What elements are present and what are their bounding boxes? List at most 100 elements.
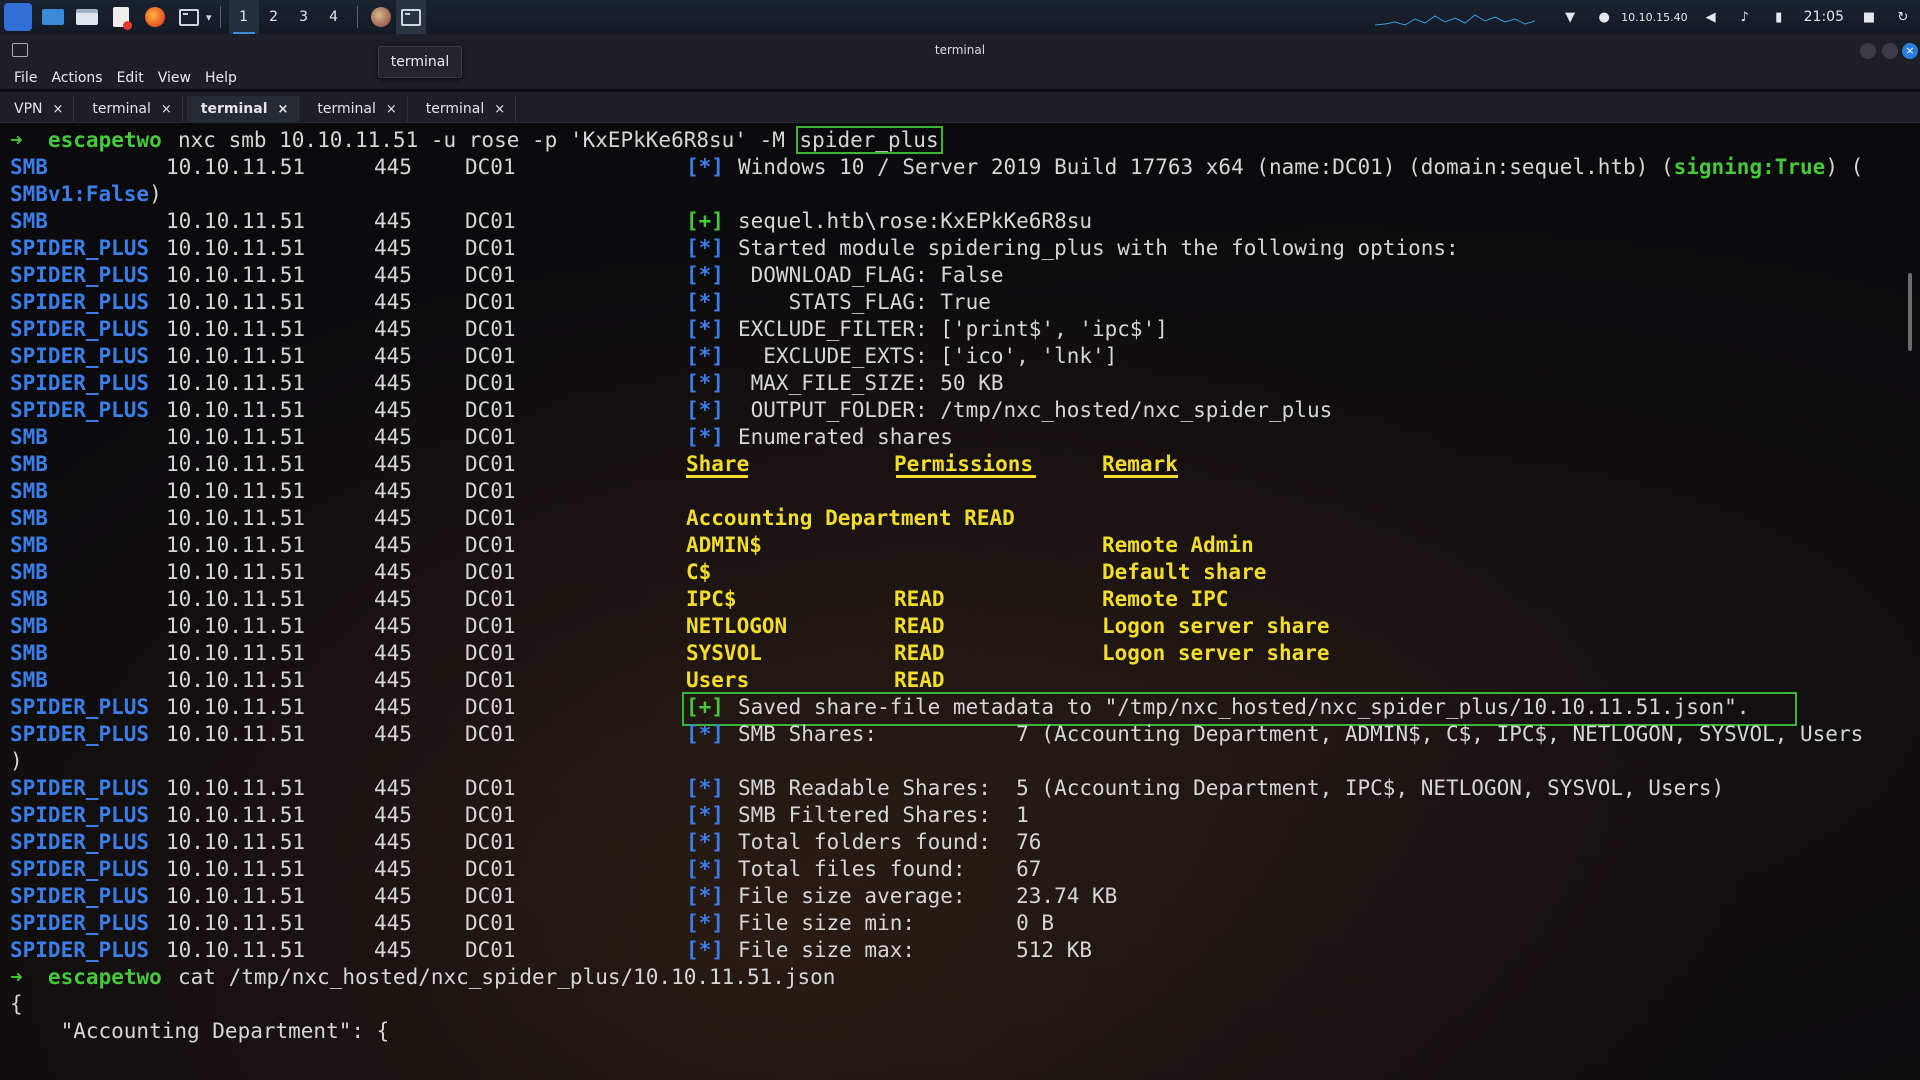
tab-terminal-3[interactable]: terminal ×	[303, 96, 408, 122]
share-name: Users	[686, 668, 750, 692]
kali-menu-icon[interactable]	[4, 3, 32, 31]
message: File size min: 0 B	[738, 911, 1055, 935]
minimize-button[interactable]	[1860, 43, 1876, 59]
target-ip: 10.10.11.51	[166, 722, 306, 746]
command-text: nxc smb 10.10.11.51 -u rose -p 'KxEPkKe6…	[178, 126, 943, 154]
menu-edit[interactable]: Edit	[117, 70, 144, 86]
menu-actions[interactable]: Actions	[51, 70, 102, 86]
target-host: DC01	[465, 371, 516, 395]
line-prefix: SPIDER_PLUS	[10, 803, 150, 827]
target-port: 445	[374, 911, 412, 935]
divider	[896, 475, 1036, 478]
target-host: DC01	[465, 641, 516, 665]
info-tag: [*]	[686, 857, 724, 881]
workspace-1[interactable]: 1	[228, 0, 259, 34]
target-ip: 10.10.11.51	[166, 533, 306, 557]
target-port: 445	[374, 479, 412, 503]
tab-terminal-1[interactable]: terminal ×	[78, 96, 183, 122]
line-prefix: SMB	[10, 668, 48, 692]
output-line: SPIDER_PLUS 10.10.11.51 445 DC01 [*] SMB Shar…	[10, 721, 1920, 748]
text-editor-button[interactable]	[108, 4, 134, 30]
share-name-text: Accounting Department	[686, 506, 952, 530]
workspace-3[interactable]: 3	[289, 0, 319, 34]
info-tag: [*]	[686, 317, 724, 341]
chevron-down-icon[interactable]: ▾	[206, 11, 212, 24]
target-ip: 10.10.11.51	[166, 695, 306, 719]
close-icon[interactable]: ×	[494, 102, 505, 117]
workspace-4[interactable]: 4	[319, 0, 349, 34]
clock[interactable]: 21:05	[1804, 9, 1844, 25]
message: DOWNLOAD_FLAG: False	[738, 263, 1004, 287]
menu-file[interactable]: File	[14, 70, 37, 86]
line-prefix: SMB	[10, 155, 48, 179]
close-window-button[interactable]: ×	[1902, 43, 1918, 59]
target-ip: 10.10.11.51	[166, 614, 306, 638]
target-host: DC01	[465, 614, 516, 638]
maximize-button[interactable]	[1882, 43, 1898, 59]
output-line-wrap: SMBv1:False)	[10, 181, 1920, 208]
info-tag: [*]	[686, 236, 724, 260]
line-prefix: SPIDER_PLUS	[10, 830, 150, 854]
close-icon[interactable]: ×	[161, 102, 172, 117]
info-tag: [*]	[686, 344, 724, 368]
network-graph	[1375, 14, 1536, 26]
message: Enumerated shares	[738, 425, 953, 449]
tab-label: terminal	[317, 101, 376, 117]
output-line: SMB 10.10.11.51 445 DC01 [*] Windows 10 …	[10, 154, 1920, 181]
info-tag: [*]	[686, 776, 724, 800]
terminal-launcher[interactable]	[176, 4, 202, 30]
wifi-icon[interactable]: ▼	[1562, 9, 1578, 25]
target-ip: 10.10.11.51	[166, 911, 306, 935]
divider	[1104, 475, 1178, 478]
tab-label: terminal	[200, 101, 268, 117]
target-port: 445	[374, 884, 412, 908]
tab-terminal-4[interactable]: terminal ×	[412, 96, 517, 122]
command-text: cat /tmp/nxc_hosted/nxc_spider_plus/10.1…	[178, 965, 836, 989]
menu-view[interactable]: View	[158, 70, 191, 86]
vpn-user-icon[interactable]: ●	[1596, 9, 1612, 25]
prompt-name: escapetwo	[48, 965, 162, 989]
line-prefix: SMB	[10, 587, 48, 611]
target-ip: 10.10.11.51	[166, 371, 306, 395]
line-prefix: SPIDER_PLUS	[10, 371, 150, 395]
lock-icon[interactable]: ■	[1861, 9, 1877, 25]
message: OUTPUT_FOLDER: /tmp/nxc_hosted/nxc_spide…	[738, 398, 1333, 422]
task-firefox[interactable]	[366, 0, 396, 34]
show-desktop-button[interactable]	[40, 4, 66, 30]
terminal-output[interactable]: ➜ escapetwo nxc smb 10.10.11.51 -u rose …	[0, 123, 1920, 1080]
share-name: IPC$	[686, 587, 737, 611]
text-editor-icon	[113, 7, 132, 30]
output-line: SPIDER_PLUS 10.10.11.51 445 DC01 [*] EXCLUDE…	[10, 343, 1920, 370]
firefox-icon	[370, 7, 391, 27]
target-port: 445	[374, 533, 412, 557]
message: Saved share-file metadata to "/tmp/nxc_h…	[738, 695, 1750, 719]
bell-icon[interactable]: ♪	[1737, 9, 1753, 25]
close-icon[interactable]: ×	[278, 102, 289, 117]
target-host: DC01	[465, 668, 516, 692]
target-host: DC01	[465, 722, 516, 746]
target-port: 445	[374, 722, 412, 746]
message: File size max: 512 KB	[738, 938, 1093, 962]
firefox-launcher[interactable]	[142, 4, 168, 30]
volume-icon[interactable]: ◀	[1703, 9, 1719, 25]
target-port: 445	[374, 398, 412, 422]
close-icon[interactable]: ×	[53, 102, 64, 117]
info-tag: [*]	[686, 290, 724, 314]
command-line: ➜ escapetwo cat /tmp/nxc_hosted/nxc_spid…	[10, 964, 1920, 991]
file-manager-button[interactable]	[74, 4, 100, 30]
window-titlebar[interactable]: terminal ×	[0, 34, 1920, 66]
tab-terminal-2[interactable]: terminal ×	[186, 96, 300, 122]
battery-icon[interactable]: ▮	[1771, 9, 1787, 25]
share-table-header: SMB 10.10.11.51 445 DC01 Share Permissions Rem…	[10, 451, 1920, 478]
task-terminal[interactable]	[395, 0, 426, 34]
target-host: DC01	[465, 830, 516, 854]
output-line: SPIDER_PLUS 10.10.11.51 445 DC01 [*] SMB Read…	[10, 775, 1920, 802]
output-line: SPIDER_PLUS 10.10.11.51 445 DC01 [*] File siz…	[10, 937, 1920, 964]
header-permissions: Permissions	[894, 452, 1034, 476]
tab-vpn[interactable]: VPN ×	[0, 96, 75, 122]
menu-help[interactable]: Help	[205, 70, 237, 86]
refresh-icon[interactable]: ↻	[1895, 9, 1911, 25]
workspace-2[interactable]: 2	[259, 0, 289, 34]
output-line: SPIDER_PLUS 10.10.11.51 445 DC01 [*] File siz…	[10, 883, 1920, 910]
close-icon[interactable]: ×	[386, 102, 397, 117]
